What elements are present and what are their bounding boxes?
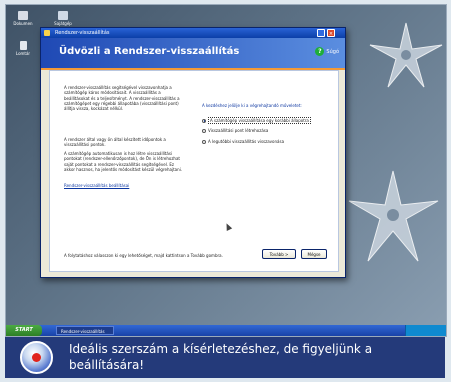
desktop-icon-my-computer[interactable]: Sajátgép (48, 11, 78, 26)
minimize-button[interactable]: _ (317, 29, 325, 37)
window-titlebar[interactable]: Rendszer-visszaállítás _ × (41, 28, 345, 38)
checkpoints-paragraph: A számítógép automatikusan is hoz létre … (64, 151, 183, 172)
intro-paragraph: A rendszer-visszaállítás segítségével vi… (64, 85, 180, 112)
restore-points-paragraph: A rendszer által vagy ön által készített… (64, 137, 166, 148)
close-button[interactable]: × (327, 29, 335, 37)
computer-icon (58, 11, 68, 20)
window-title: Rendszer-visszaállítás (55, 30, 110, 36)
caption-bar: Ideális szerszám a kísérletezéshez, de f… (5, 337, 445, 378)
cancel-button[interactable]: Mégse (301, 249, 327, 259)
start-button[interactable]: START (6, 325, 42, 336)
wallpaper-star-bottom (348, 170, 439, 262)
magazine-page: Dokumen Sajátgép Lomtár Rendszer-visszaá… (0, 0, 451, 382)
help-link[interactable]: ? Súgó (315, 47, 339, 56)
caption-text: Ideális szerszám a kísérletezéshez, de f… (69, 342, 373, 372)
next-button[interactable]: Tovább > (262, 249, 296, 259)
folder-icon (18, 11, 28, 20)
continue-instruction: A folytatáshoz válasszon ki egy lehetősé… (64, 253, 223, 258)
system-tray (405, 325, 446, 336)
radio-button[interactable] (202, 128, 206, 133)
wizard-content: A rendszer-visszaállítás segítségével vi… (49, 70, 339, 272)
help-icon: ? (315, 47, 325, 56)
taskbar-item-system-restore[interactable]: Rendszer-visszaállítás (56, 326, 114, 335)
desktop-icon-label: Dokumen (13, 21, 33, 26)
desktop-icon-recycle-bin[interactable]: Lomtár (8, 41, 38, 56)
desktop-icon-label: Sajátgép (54, 21, 72, 26)
taskbar: START Rendszer-visszaállítás (6, 325, 446, 336)
settings-link[interactable]: Rendszer-visszaállítás beállításai (64, 183, 129, 188)
option-create-point[interactable]: Visszaállítási pont létrehozása (202, 128, 268, 133)
restore-app-icon (44, 30, 50, 36)
page-title: Üdvözli a Rendszer-visszaállítás (59, 46, 240, 57)
desktop-icon-label: Lomtár (15, 51, 31, 56)
wizard-header: Üdvözli a Rendszer-visszaállítás ? Súgó (41, 38, 345, 70)
option-label: A számítógép visszaállítása egy korábbi … (208, 117, 311, 124)
wallpaper-star-top (369, 22, 443, 88)
action-prompt: A kezdéshez jelölje ki a végrehajtandó m… (202, 103, 302, 108)
system-restore-window: Rendszer-visszaállítás _ × Üdvözli a Ren… (40, 27, 346, 278)
radio-button[interactable] (202, 118, 206, 123)
option-label: A legutóbbi visszaállítás visszavonása (208, 139, 285, 144)
help-label: Súgó (326, 48, 339, 55)
option-restore-earlier[interactable]: A számítógép visszaállítása egy korábbi … (202, 117, 311, 124)
recycle-bin-icon (19, 41, 27, 50)
option-undo-last[interactable]: A legutóbbi visszaállítás visszavonása (202, 139, 284, 144)
desktop-icon-documents[interactable]: Dokumen (8, 11, 38, 26)
mouse-pointer-icon (223, 222, 233, 231)
option-label: Visszaállítási pont létrehozása (208, 128, 269, 133)
record-icon (20, 341, 53, 374)
radio-button[interactable] (202, 139, 206, 144)
screenshot: Dokumen Sajátgép Lomtár Rendszer-visszaá… (5, 4, 447, 337)
